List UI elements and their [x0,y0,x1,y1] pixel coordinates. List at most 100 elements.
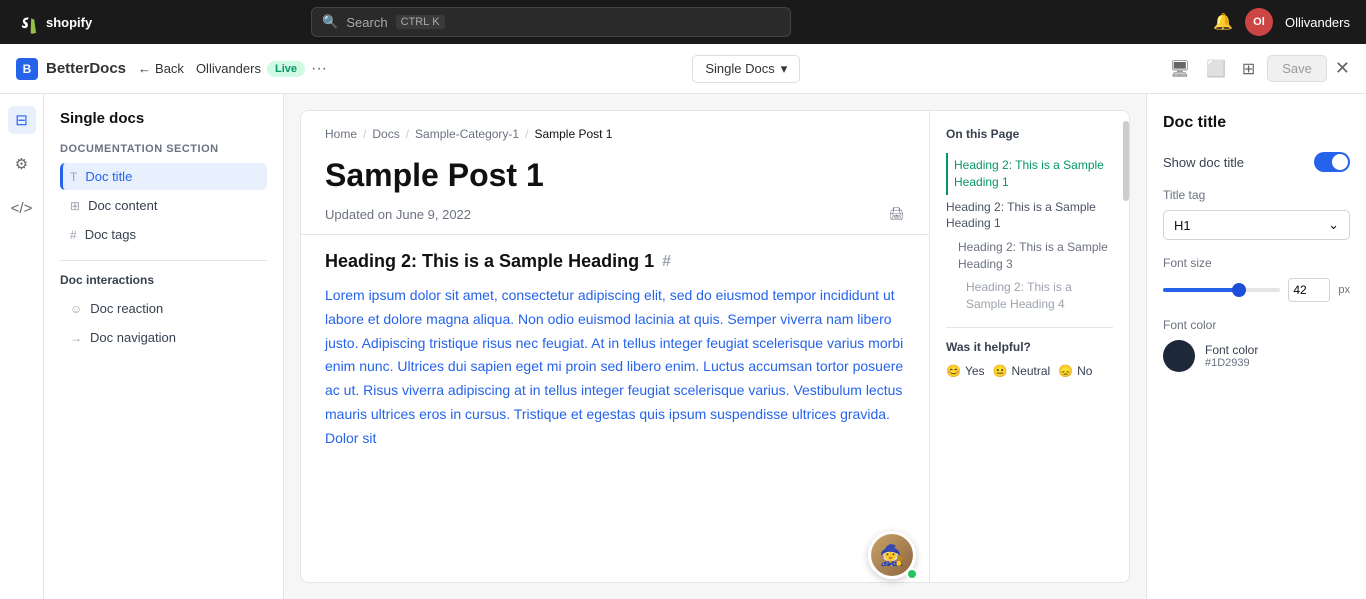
doc-preview-card: Home / Docs / Sample-Category-1 / Sample… [300,110,1130,583]
color-label-name: Font color [1205,343,1258,357]
neutral-emoji-icon: 😐 [993,364,1008,378]
search-bar[interactable]: 🔍 Search CTRL K [311,7,791,37]
right-settings-panel: Doc title Show doc title Title tag H1 ⌄ … [1146,94,1366,599]
search-icon: 🔍 [322,14,338,30]
print-icon[interactable]: 🖨 [888,206,905,222]
search-placeholder: Search [346,15,387,30]
store-name: Ollivanders [196,61,261,76]
title-tag-label: Title tag [1163,188,1350,202]
interactions-section-label: Doc interactions [60,273,267,287]
shopify-logo[interactable]: shopify [16,10,92,34]
color-info: Font color #1D2939 [1205,343,1258,369]
tags-icon: # [70,228,77,242]
sidebar-icon-settings[interactable]: ⚙ [8,150,36,178]
breadcrumb-category[interactable]: Sample-Category-1 [415,127,519,141]
color-swatch[interactable] [1163,340,1195,372]
doc-preview: Home / Docs / Sample-Category-1 / Sample… [301,111,929,582]
toc-panel: On this Page Heading 2: This is a Sample… [929,111,1129,582]
desktop-view-button[interactable]: 🖥 [1166,55,1194,83]
panel-title: Single docs [60,110,267,127]
save-button[interactable]: Save [1267,55,1327,82]
section-label-docs: Documentation section [60,143,267,155]
back-arrow-icon: ← [138,61,151,76]
chevron-down-icon: ▾ [781,61,788,77]
font-color-section: Font color Font color #1D2939 [1163,318,1350,372]
close-button[interactable]: ✕ [1335,58,1350,79]
nav-item-doc-content[interactable]: ⊞ Doc content [60,192,267,219]
breadcrumb-home[interactable]: Home [325,127,357,141]
title-tag-value: H1 [1174,218,1191,233]
show-doc-title-row: Show doc title [1163,152,1350,172]
slider-track [1163,288,1280,292]
show-doc-title-toggle[interactable] [1314,152,1350,172]
heading-anchor-icon[interactable]: # [662,253,671,271]
nav-item-doc-tags[interactable]: # Doc tags [60,221,267,248]
nav-item-doc-navigation[interactable]: → Doc navigation [60,324,267,351]
nav-item-doc-title[interactable]: T Doc title [60,163,267,190]
shortcut-k: K [432,16,439,28]
topbar-right: 🔔 Ol Ollivanders [1213,8,1350,36]
app-header: B BetterDocs ← Back Ollivanders Live ···… [0,44,1366,94]
helpful-no-label: No [1077,364,1092,378]
font-size-input[interactable]: 42 [1288,278,1330,302]
doc-updated-date: Updated on June 9, 2022 [325,207,471,222]
header-right-actions: 🖥 ⬜ ⊞ Save ✕ [1166,55,1350,83]
breadcrumb-current: Sample Post 1 [534,127,612,141]
nav-label-doc-title: Doc title [85,169,132,184]
doc-type-dropdown[interactable]: Single Docs ▾ [692,55,800,83]
helpful-yes-label: Yes [965,364,985,378]
toc-item-0[interactable]: Heading 2: This is a Sample Heading 1 [946,153,1113,195]
font-size-row: 42 px [1163,278,1350,302]
text-icon: T [70,170,77,184]
breadcrumb: Home / Docs / Sample-Category-1 / Sample… [301,111,929,149]
slider-thumb [1232,283,1246,297]
app-icon: B [16,58,38,80]
font-size-slider[interactable] [1163,280,1280,300]
toc-title: On this Page [946,127,1113,141]
left-nav-panel: Single docs Documentation section T Doc … [44,94,284,599]
show-doc-title-label: Show doc title [1163,155,1244,170]
logo-text: shopify [46,15,92,30]
toc-item-2[interactable]: Heading 2: This is a Sample Heading 3 [946,236,1113,276]
topbar: shopify 🔍 Search CTRL K 🔔 Ol Ollivanders [0,0,1366,44]
doc-meta: Updated on June 9, 2022 🖨 [301,202,929,235]
font-size-label: Font size [1163,256,1350,270]
content-icon: ⊞ [70,199,80,213]
scrollbar-track[interactable] [1123,111,1129,582]
doc-section-heading: Heading 2: This is a Sample Heading 1 # [325,251,905,272]
reaction-icon: ☺ [70,302,82,316]
sidebar-icon-code[interactable]: </> [8,194,36,222]
sidebar-icon-layout[interactable]: ⊟ [8,106,36,134]
title-tag-select[interactable]: H1 ⌄ [1163,210,1350,240]
breadcrumb-docs[interactable]: Docs [372,127,399,141]
store-badge: Ollivanders Live ··· [196,60,327,78]
nav-label-doc-content: Doc content [88,198,157,213]
tablet-view-button[interactable]: ⬜ [1202,55,1230,83]
app-title: BetterDocs [46,60,126,77]
nav-label-doc-tags: Doc tags [85,227,136,242]
font-color-label: Font color [1163,318,1350,332]
toc-item-3[interactable]: Heading 2: This is a Sample Heading 4 [946,276,1113,316]
content-area: Home / Docs / Sample-Category-1 / Sample… [284,94,1146,599]
helpful-neutral-button[interactable]: 😐 Neutral [993,364,1051,378]
font-size-unit: px [1338,284,1350,296]
toggle-thumb [1332,154,1348,170]
slider-fill [1163,288,1239,292]
nav-item-doc-reaction[interactable]: ☺ Doc reaction [60,295,267,322]
toc-divider [946,327,1113,328]
mobile-view-button[interactable]: ⊞ [1238,55,1259,83]
divider [60,260,267,261]
more-options-button[interactable]: ··· [311,60,327,78]
font-size-value: 42 [1293,283,1306,297]
nav-label-doc-reaction: Doc reaction [90,301,163,316]
online-indicator [906,568,918,580]
helpful-yes-button[interactable]: 😊 Yes [946,364,985,378]
search-shortcut: CTRL K [396,15,445,29]
helpful-buttons: 😊 Yes 😐 Neutral 😞 No [946,364,1113,378]
notification-bell-icon[interactable]: 🔔 [1213,12,1233,32]
back-button[interactable]: ← Back [138,61,184,76]
helpful-no-button[interactable]: 😞 No [1058,364,1092,378]
toc-item-1[interactable]: Heading 2: This is a Sample Heading 1 [946,195,1113,237]
select-chevron-icon: ⌄ [1328,217,1339,233]
avatar[interactable]: Ol [1245,8,1273,36]
